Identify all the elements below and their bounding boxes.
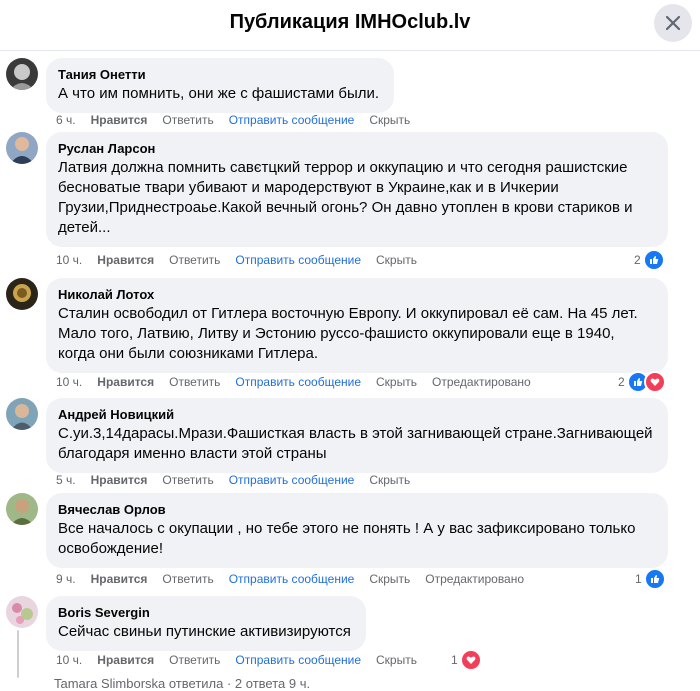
hide-button[interactable]: Скрыть bbox=[369, 113, 410, 127]
comment-time[interactable]: 6 ч. bbox=[56, 113, 76, 127]
comment-author[interactable]: Руслан Ларсон bbox=[58, 140, 656, 157]
comment-author[interactable]: Николай Лотох bbox=[58, 286, 656, 303]
reactions[interactable]: 1 bbox=[451, 649, 482, 671]
comment-text: Все началось с окупации , но тебе этого … bbox=[58, 520, 636, 557]
close-button[interactable] bbox=[654, 4, 692, 42]
comment-actions: 10 ч. Нравится Ответить Отправить сообще… bbox=[56, 253, 432, 267]
close-icon bbox=[665, 15, 681, 31]
reactions[interactable]: 1 bbox=[635, 568, 666, 590]
like-button[interactable]: Нравится bbox=[91, 113, 148, 127]
hide-button[interactable]: Скрыть bbox=[376, 375, 417, 389]
comment-actions: 10 ч. Нравится Ответить Отправить сообще… bbox=[56, 653, 432, 667]
comment-text: Сталин освободил от Гитлера восточную Ев… bbox=[58, 305, 638, 362]
comment-text: Латвия должна помнить савєтцкий террор и… bbox=[58, 159, 633, 236]
reactions[interactable]: 2 bbox=[634, 249, 665, 271]
comment-author[interactable]: Boris Severgin bbox=[58, 604, 354, 621]
comment-actions: 5 ч. Нравится Ответить Отправить сообщен… bbox=[56, 473, 425, 487]
comment-actions: 10 ч. Нравится Ответить Отправить сообще… bbox=[56, 375, 546, 389]
comment-bubble: Николай Лотох Сталин освободил от Гитлер… bbox=[46, 278, 668, 373]
like-button[interactable]: Нравится bbox=[91, 572, 148, 586]
reply-preview-text: Tamara Slimborska ответила · 2 ответа 9 … bbox=[54, 676, 311, 691]
heart-icon bbox=[459, 649, 482, 671]
like-button[interactable]: Нравится bbox=[97, 375, 154, 389]
send-message-button[interactable]: Отправить сообщение bbox=[235, 653, 361, 667]
comment-time[interactable]: 5 ч. bbox=[56, 473, 76, 487]
reply-button[interactable]: Ответить bbox=[162, 113, 213, 127]
like-button[interactable]: Нравится bbox=[97, 253, 154, 267]
edited-label[interactable]: Отредактировано bbox=[425, 572, 524, 586]
comment-actions: 9 ч. Нравится Ответить Отправить сообщен… bbox=[56, 572, 539, 586]
reply-button[interactable]: Ответить bbox=[169, 653, 220, 667]
reaction-count: 1 bbox=[451, 653, 458, 667]
hide-button[interactable]: Скрыть bbox=[376, 653, 417, 667]
like-icon bbox=[642, 249, 665, 271]
send-message-button[interactable]: Отправить сообщение bbox=[229, 473, 355, 487]
comment-time[interactable]: 10 ч. bbox=[56, 253, 82, 267]
reaction-count: 1 bbox=[635, 572, 642, 586]
avatar[interactable] bbox=[6, 398, 38, 430]
comment-actions: 6 ч. Нравится Ответить Отправить сообщен… bbox=[56, 113, 425, 127]
like-icon bbox=[643, 568, 666, 590]
comment-author[interactable]: Вячеслав Орлов bbox=[58, 501, 656, 518]
reply-button[interactable]: Ответить bbox=[169, 375, 220, 389]
reaction-count: 2 bbox=[618, 375, 625, 389]
avatar[interactable] bbox=[6, 278, 38, 310]
comment-time[interactable]: 9 ч. bbox=[56, 572, 76, 586]
comment-bubble: Руслан Ларсон Латвия должна помнить савє… bbox=[46, 132, 668, 247]
reply-button[interactable]: Ответить bbox=[162, 572, 213, 586]
hide-button[interactable]: Скрыть bbox=[369, 572, 410, 586]
dialog-header: Публикация IMHOclub.lv bbox=[0, 0, 700, 51]
like-button[interactable]: Нравится bbox=[91, 473, 148, 487]
edited-label[interactable]: Отредактировано bbox=[432, 375, 531, 389]
send-message-button[interactable]: Отправить сообщение bbox=[229, 113, 355, 127]
avatar[interactable] bbox=[6, 58, 38, 90]
comment-text: С.уи.3,14дарасы.Мрази.Фашисткая власть в… bbox=[58, 425, 653, 462]
comment-bubble: Тания Онетти А что им помнить, они же с … bbox=[46, 58, 394, 113]
like-button[interactable]: Нравится bbox=[97, 653, 154, 667]
avatar[interactable] bbox=[6, 493, 38, 525]
comment-time[interactable]: 10 ч. bbox=[56, 653, 82, 667]
view-replies-link[interactable]: Tamara Slimborska ответила · 2 ответа 9 … bbox=[54, 676, 310, 691]
comment-text: Сейчас свиньи путинские активизируются bbox=[58, 623, 351, 640]
comment-author[interactable]: Андрей Новицкий bbox=[58, 406, 656, 423]
send-message-button[interactable]: Отправить сообщение bbox=[229, 572, 355, 586]
reply-button[interactable]: Ответить bbox=[162, 473, 213, 487]
reaction-count: 2 bbox=[634, 253, 641, 267]
comment-bubble: Андрей Новицкий С.уи.3,14дарасы.Мрази.Фа… bbox=[46, 398, 668, 473]
hide-button[interactable]: Скрыть bbox=[369, 473, 410, 487]
comment-author[interactable]: Тания Онетти bbox=[58, 66, 382, 83]
heart-icon bbox=[643, 371, 666, 393]
reply-thread-line bbox=[17, 630, 19, 678]
reactions[interactable]: 2 bbox=[618, 371, 666, 393]
avatar[interactable] bbox=[6, 596, 38, 628]
send-message-button[interactable]: Отправить сообщение bbox=[235, 253, 361, 267]
comment-bubble: Вячеслав Орлов Все началось с окупации ,… bbox=[46, 493, 668, 568]
reply-button[interactable]: Ответить bbox=[169, 253, 220, 267]
dialog-title: Публикация IMHOclub.lv bbox=[229, 11, 471, 33]
avatar[interactable] bbox=[6, 132, 38, 164]
comment-bubble: Boris Severgin Сейчас свиньи путинские а… bbox=[46, 596, 366, 651]
send-message-button[interactable]: Отправить сообщение bbox=[235, 375, 361, 389]
comment-time[interactable]: 10 ч. bbox=[56, 375, 82, 389]
comment-text: А что им помнить, они же с фашистами был… bbox=[58, 85, 380, 102]
hide-button[interactable]: Скрыть bbox=[376, 253, 417, 267]
